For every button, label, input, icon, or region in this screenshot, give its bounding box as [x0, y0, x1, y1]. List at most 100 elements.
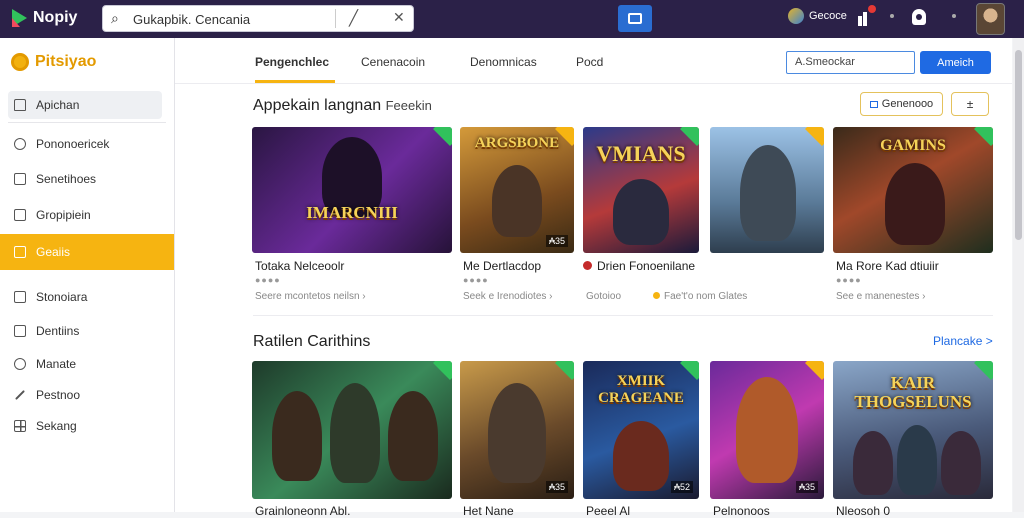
sidebar-item-5[interactable]: Stonoiara [8, 283, 162, 311]
sidebar-item-active[interactable]: Geaiis [0, 234, 174, 270]
search-divider [335, 9, 336, 28]
game-title: Grainloneonn Abl. [255, 504, 351, 518]
game-subtitle: See e manenestes › [836, 291, 926, 302]
avatar[interactable] [976, 3, 1005, 35]
pen-icon [15, 390, 25, 400]
game-thumbnail[interactable] [710, 127, 824, 253]
see-more-link[interactable]: Plancake > [933, 334, 993, 348]
sort-button[interactable]: ± [951, 92, 989, 116]
thumbnail-art-title: VMIANS [596, 141, 686, 166]
thumbnail-art-title: GAMINS [880, 137, 946, 154]
game-thumbnail[interactable]: GAMINS [833, 127, 993, 253]
game-thumbnail[interactable]: XMIIK CRAGEANE ₳52 [583, 361, 699, 499]
search-icon: ⌕ [111, 10, 119, 26]
game-thumbnail[interactable]: VMIANS [583, 127, 699, 253]
filter-search-input[interactable] [795, 56, 905, 68]
game-thumbnail[interactable]: IMARCNIII [252, 127, 452, 253]
filter-button[interactable]: Genenooo [860, 92, 943, 116]
section-divider [253, 315, 993, 316]
main-content: Pengenchlec Cenenacoin Denomnicas Pocd A… [175, 38, 1012, 518]
account-label: Gecoce [809, 10, 847, 22]
game-title: Het Nane [463, 504, 514, 518]
price-badge: ₳52 [670, 481, 693, 493]
game-thumbnail[interactable]: ₳35 [460, 361, 574, 499]
notification-icon[interactable] [912, 9, 926, 25]
brand[interactable]: Pitsiyao [11, 53, 96, 71]
circle-icon [14, 138, 26, 150]
search-box[interactable]: ⌕ ╱ ✕ [102, 5, 414, 32]
game-subtitle-text: Seere mcontetos neilsn [255, 291, 360, 302]
game-subtitle: Seek e Irenodiotes › [463, 291, 553, 302]
scrollbar[interactable] [1013, 38, 1024, 512]
settings-icon [14, 325, 26, 337]
corner-ribbon [433, 361, 452, 380]
sidebar-item-label: Pestnoo [36, 388, 81, 402]
game-thumbnail[interactable]: KAIR THOGSELUNS [833, 361, 993, 499]
section-subtitle: Feeekin [385, 98, 432, 113]
tab-0[interactable]: Pengenchlec [255, 55, 329, 69]
sidebar-item-2[interactable]: Senetihoes [8, 165, 162, 193]
screen-icon [628, 13, 642, 24]
star-rating: ●●●● [255, 275, 281, 285]
sidebar-item-label: Pononoericek [36, 137, 110, 151]
sidebar-item-1[interactable]: Pononoericek [8, 130, 162, 158]
game-thumbnail[interactable]: ₳35 [710, 361, 824, 499]
game-subtitle-text: Fae't'o nom Glates [664, 291, 748, 302]
screen-button[interactable] [618, 5, 652, 32]
sidebar-item-6[interactable]: Dentiins [8, 317, 162, 345]
stats-icon[interactable] [858, 5, 876, 26]
square-icon [14, 291, 26, 303]
sidebar-item-label: Dentiins [36, 324, 80, 338]
sidebar-item-9[interactable]: Sekang [8, 412, 162, 440]
sidebar: Pitsiyao Apichan Pononoericek Senetihoes… [0, 38, 175, 512]
filter-button-label: Genenooo [881, 98, 934, 110]
slash-icon[interactable]: ╱ [349, 9, 358, 27]
top-bar: Nopiy ⌕ ╱ ✕ Gecoce [0, 0, 1024, 38]
thumbnail-art-title: XMIIK CRAGEANE [598, 373, 684, 406]
home-icon [14, 99, 26, 111]
grid-icon [14, 420, 26, 432]
primary-button[interactable]: Ameich [920, 51, 991, 74]
separator-dot [890, 14, 894, 18]
tab-1[interactable]: Cenenacoin [361, 55, 425, 69]
game-title: Peeel Al [586, 504, 631, 518]
thumbnail-art-title: KAIR THOGSELUNS [854, 373, 972, 411]
game-title: Totaka Nelceoolr [255, 259, 345, 273]
section-title-text: Appekain langnan [253, 97, 382, 114]
corner-ribbon [433, 127, 452, 146]
tab-2[interactable]: Denomnicas [470, 55, 537, 69]
game-title: Me Dertlacdop [463, 259, 542, 273]
app-logo[interactable]: Nopiy [12, 9, 77, 27]
game-title: Nleosoh 0 [836, 504, 891, 518]
section-title: Ratilen Carithins [253, 333, 371, 350]
search-input[interactable] [131, 9, 375, 30]
account-switcher[interactable]: Gecoce [788, 8, 847, 24]
tab-indicator [255, 80, 335, 83]
sidebar-item-label: Gropipiein [36, 208, 91, 222]
game-title: Ma Rore Kad dtiuiir [836, 259, 939, 273]
game-title-text: Drien Fonoenilane [597, 259, 696, 273]
sidebar-item-7[interactable]: Manate [8, 350, 162, 378]
filter-search[interactable] [786, 51, 915, 74]
clear-icon[interactable]: ✕ [393, 9, 405, 26]
scrollbar-thumb[interactable] [1015, 50, 1022, 240]
thumbnail-art-title: ARGSBONE [474, 135, 560, 151]
game-thumbnail[interactable] [252, 361, 452, 499]
game-title: Pelnonoos [713, 504, 770, 518]
game-subtitle: Gotoioo [586, 291, 622, 302]
sidebar-item-home[interactable]: Apichan [8, 91, 162, 119]
brand-name: Pitsiyao [35, 53, 97, 70]
section-title: Appekain langnan Feeekin [253, 97, 432, 115]
sidebar-divider [8, 122, 166, 123]
game-subtitle: Fae't'o nom Glates [653, 291, 747, 302]
separator-dot [952, 14, 956, 18]
globe-icon [788, 8, 804, 24]
star-rating: ●●●● [836, 275, 862, 285]
tab-3[interactable]: Pocd [576, 55, 603, 69]
sort-icon: ± [966, 97, 974, 111]
price-badge: ₳35 [545, 235, 568, 247]
sidebar-item-8[interactable]: Pestnoo [8, 381, 162, 409]
sidebar-item-3[interactable]: Gropipiein [8, 201, 162, 229]
square-icon [14, 246, 26, 258]
game-thumbnail[interactable]: ARGSBONE ₳35 [460, 127, 574, 253]
